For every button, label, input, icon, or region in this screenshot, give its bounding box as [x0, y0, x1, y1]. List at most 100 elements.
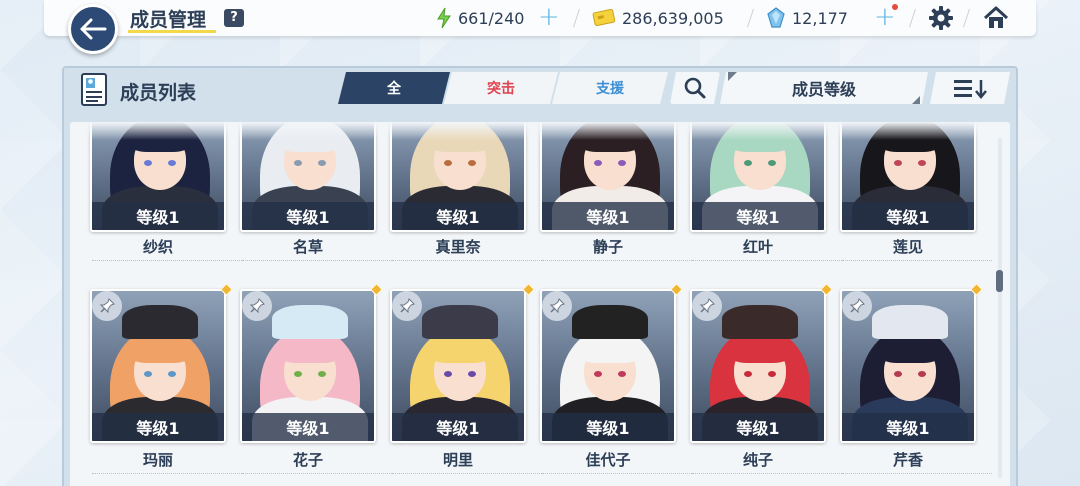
pin-icon [699, 298, 715, 314]
eye-shape [318, 160, 326, 166]
member-level: 等级1 [92, 413, 224, 441]
member-card[interactable]: 等级1 玛丽 [90, 283, 242, 474]
member-card[interactable]: 等级1 莲见 [840, 122, 992, 261]
member-card[interactable]: 等级1 明里 [390, 283, 542, 474]
member-level: 等级1 [92, 202, 224, 230]
member-level: 等级1 [392, 202, 524, 230]
tab-all[interactable]: 全 [338, 72, 450, 104]
member-level: 等级1 [542, 413, 674, 441]
credit-card-icon [592, 9, 616, 27]
eye-shape [468, 160, 476, 166]
sort-descending-icon [950, 77, 990, 99]
member-level: 等级1 [692, 413, 824, 441]
sort-order-button[interactable] [930, 72, 1010, 104]
notification-dot [892, 4, 898, 10]
member-card[interactable]: 等级1 纱织 [90, 122, 242, 261]
member-grid[interactable]: 等级1 纱织 等级1 名草 等级1 真里奈 等级1 静子 等级1 红叶 等级1 莲见 等级1 玛丽 等级1… [70, 122, 1010, 486]
back-button[interactable] [68, 4, 118, 54]
pin-button[interactable] [392, 291, 422, 321]
add-stamina-button[interactable]: + [538, 4, 560, 30]
member-name: 红叶 [742, 238, 773, 256]
eye-shape [594, 160, 602, 166]
gear-icon[interactable] [928, 5, 954, 31]
hat-shape [122, 305, 198, 339]
hat-shape [722, 305, 798, 339]
tab-assault[interactable]: 突击 [444, 72, 558, 104]
gems-display: 12,177 [766, 7, 848, 29]
member-card[interactable]: 等级1 花子 [240, 283, 392, 474]
sort-dropdown[interactable]: 成员等级 [720, 72, 928, 104]
home-icon[interactable] [983, 5, 1009, 31]
eye-shape [744, 371, 752, 377]
stamina-display: 661/240 [436, 7, 524, 29]
eye-shape [468, 371, 476, 377]
row-divider [842, 473, 992, 474]
pin-button[interactable] [542, 291, 572, 321]
eye-shape [444, 371, 452, 377]
member-card[interactable]: 等级1 纯子 [690, 283, 842, 474]
eye-shape [594, 371, 602, 377]
row-divider [392, 260, 542, 261]
search-icon [683, 76, 707, 100]
panel-title: 成员列表 [120, 82, 197, 104]
eye-shape [894, 160, 902, 166]
title-underline [128, 30, 216, 33]
eye-shape [168, 371, 176, 377]
eye-shape [144, 160, 152, 166]
pin-button[interactable] [842, 291, 872, 321]
search-button[interactable] [670, 72, 720, 104]
member-level: 等级1 [842, 413, 974, 441]
member-name: 纯子 [742, 451, 773, 469]
hat-shape [872, 305, 948, 339]
member-level: 等级1 [242, 413, 374, 441]
scroll-fade [70, 122, 1010, 140]
help-button[interactable]: ? [224, 9, 244, 27]
eye-shape [918, 371, 926, 377]
member-list-icon [81, 73, 107, 106]
scrollbar-thumb[interactable] [996, 270, 1003, 292]
row-divider [242, 473, 392, 474]
member-name: 莲见 [892, 238, 923, 256]
sort-label: 成员等级 [791, 80, 856, 99]
pin-icon [249, 298, 265, 314]
pin-icon [99, 298, 115, 314]
row-divider [692, 260, 842, 261]
eye-shape [444, 160, 452, 166]
member-level: 等级1 [392, 413, 524, 441]
eye-shape [144, 371, 152, 377]
credits-display: 286,639,005 [592, 7, 724, 29]
member-name: 真里奈 [435, 238, 481, 256]
eye-shape [294, 160, 302, 166]
pin-button[interactable] [242, 291, 272, 321]
member-level: 等级1 [242, 202, 374, 230]
member-list-panel: 成员列表 全 突击 支援 成员等级 等级1 纱织 等级1 名草 等级1 真里奈 … [62, 66, 1018, 486]
eye-shape [294, 371, 302, 377]
eye-shape [744, 160, 752, 166]
arrow-left-icon [80, 18, 107, 40]
hat-shape [572, 305, 648, 339]
scrollbar-track[interactable] [998, 138, 1002, 478]
member-level: 等级1 [692, 202, 824, 230]
row-divider [92, 260, 242, 261]
row-divider [842, 260, 992, 261]
eye-shape [618, 160, 626, 166]
member-name: 花子 [292, 451, 323, 469]
pin-icon [399, 298, 415, 314]
panel-header: 成员列表 全 突击 支援 成员等级 [64, 68, 1016, 120]
eye-shape [768, 371, 776, 377]
lightning-icon [437, 7, 451, 29]
tab-support[interactable]: 支援 [552, 72, 668, 104]
member-card[interactable]: 等级1 佳代子 [540, 283, 692, 474]
pin-button[interactable] [92, 291, 122, 321]
pin-button[interactable] [692, 291, 722, 321]
corner-marker-icon [912, 96, 920, 104]
member-card[interactable]: 等级1 名草 [240, 122, 392, 261]
member-card[interactable]: 等级1 静子 [540, 122, 692, 261]
pin-icon [849, 298, 865, 314]
eye-shape [918, 160, 926, 166]
member-name: 玛丽 [142, 451, 173, 469]
stamina-value: 661/240 [458, 8, 525, 28]
member-card[interactable]: 等级1 红叶 [690, 122, 842, 261]
member-card[interactable]: 等级1 真里奈 [390, 122, 542, 261]
member-card[interactable]: 等级1 芹香 [840, 283, 992, 474]
